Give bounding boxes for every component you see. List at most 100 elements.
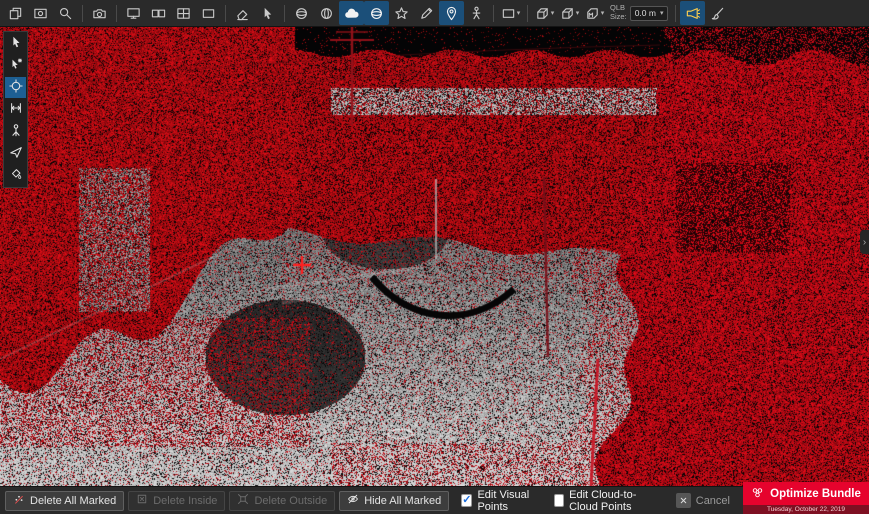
del-in-icon [136, 493, 148, 508]
cube-icon [560, 6, 575, 21]
sphere-icon [369, 6, 384, 21]
pencil-icon [419, 6, 434, 21]
walker-icon [469, 6, 484, 21]
camera-icon [92, 6, 107, 21]
hide-all-marked-button[interactable]: Hide All Marked [339, 491, 449, 511]
qlb-size-dropdown[interactable]: 0.0 m ▾ [630, 6, 669, 21]
hide-icon [347, 493, 359, 508]
pin-icon [444, 6, 459, 21]
measure-tool[interactable] [5, 99, 26, 120]
cubeM-icon [585, 6, 600, 21]
walk-mode-tool[interactable] [464, 1, 489, 25]
transform-tool[interactable] [3, 1, 28, 25]
dropdown-caret-icon: ▾ [576, 10, 580, 17]
selection-mode-dropdown[interactable]: ▾ [498, 1, 523, 25]
checkmark-icon: ✓ [462, 495, 471, 506]
sphere-icon [294, 6, 309, 21]
eraser-icon [235, 6, 250, 21]
dual-view-tool[interactable] [146, 1, 171, 25]
edit-options: ✓ Edit Visual Points Edit Cloud-to-Cloud… [461, 489, 664, 513]
point-cloud-viewport[interactable] [0, 27, 869, 486]
toolbar-separator [284, 5, 285, 22]
dropdown-caret-icon: ▾ [517, 10, 521, 17]
cursor-star-icon [9, 57, 23, 74]
rect-icon [501, 6, 516, 21]
select-points-tool[interactable] [5, 55, 26, 76]
tripod-icon [9, 123, 23, 140]
point-cloud-canvas[interactable] [0, 27, 869, 486]
toolbar-main-items: ▾ ▾ ▾ ▾ [3, 1, 607, 25]
brush-icon [710, 6, 725, 21]
close-icon [676, 493, 691, 508]
point-cloud-visibility-tool[interactable] [339, 1, 364, 25]
limit-box-tool[interactable]: ▾ [532, 1, 557, 25]
crosshair-icon [9, 79, 23, 96]
top-toolbar: ▾ ▾ ▾ ▾ QLB Size: 0.0 m ▾ [0, 0, 869, 27]
favorites-tool[interactable] [389, 1, 414, 25]
toolbar-separator [116, 5, 117, 22]
star-icon [394, 6, 409, 21]
select-tool[interactable] [5, 33, 26, 54]
camera-tool[interactable] [87, 1, 112, 25]
cloud-icon [344, 6, 359, 21]
toolbar-separator [675, 5, 676, 22]
brush-tool[interactable] [705, 1, 730, 25]
screen-icon [126, 6, 141, 21]
toolbar-separator [225, 5, 226, 22]
delete-all-marked-button[interactable]: Delete All Marked [5, 491, 124, 511]
scan-position-tool[interactable] [5, 121, 26, 142]
sphere2-icon [319, 6, 334, 21]
orbit-view-tool[interactable] [289, 1, 314, 25]
cursor-icon [9, 35, 23, 52]
quad-view-tool[interactable] [171, 1, 196, 25]
paint-select-tool[interactable] [5, 165, 26, 186]
delete-outside-button[interactable]: Delete Outside [229, 491, 335, 511]
zoom-window-tool[interactable] [53, 1, 78, 25]
screenshot-icon [33, 6, 48, 21]
edit-visual-points-checkbox[interactable]: ✓ Edit Visual Points [461, 489, 538, 513]
screens-icon [151, 6, 166, 21]
cancel-button[interactable]: Cancel [676, 493, 730, 508]
full-view-tool[interactable] [196, 1, 221, 25]
limit-box-manager-tool[interactable]: ▾ [582, 1, 607, 25]
dropdown-caret-icon: ▾ [601, 10, 605, 17]
rect-icon [201, 6, 216, 21]
mark-points-tool[interactable] [230, 1, 255, 25]
marked-points-actions: Delete All Marked Delete Inside Delete O… [5, 491, 449, 511]
edit-cloud-to-cloud-checkbox[interactable]: Edit Cloud-to-Cloud Points [554, 489, 664, 513]
geotag-tool[interactable] [439, 1, 464, 25]
seek-tool[interactable] [5, 77, 26, 98]
flashlight-icon [685, 6, 700, 21]
single-view-tool[interactable] [121, 1, 146, 25]
checkbox-box[interactable] [554, 494, 564, 507]
bundle-icon [751, 486, 764, 502]
flashlight-tool[interactable] [680, 1, 705, 25]
panel-expand-handle[interactable]: › [860, 230, 869, 254]
optimize-bundle-area: Optimize Bundle Tuesday, October 22, 201… [743, 482, 869, 514]
bucket-icon [9, 167, 23, 184]
qlb-size-label: QLB Size: [610, 4, 627, 21]
grid-icon [176, 6, 191, 21]
del-cloud-icon [13, 493, 25, 508]
delete-inside-button[interactable]: Delete Inside [128, 491, 225, 511]
annotate-tool[interactable] [414, 1, 439, 25]
measure-icon [9, 101, 23, 118]
navigate-tool[interactable] [5, 143, 26, 164]
bottom-bar: Delete All Marked Delete Inside Delete O… [0, 486, 869, 514]
sphere-view-tool[interactable] [364, 1, 389, 25]
screenshot-tool[interactable] [28, 1, 53, 25]
limit-box-edit-tool[interactable]: ▾ [557, 1, 582, 25]
magnifier-icon [58, 6, 73, 21]
optimize-bundle-button[interactable]: Optimize Bundle [743, 482, 869, 505]
pick-point-tool[interactable] [255, 1, 280, 25]
qlb-size-control: QLB Size: 0.0 m ▾ [610, 4, 668, 21]
status-date: Tuesday, October 22, 2019 [743, 505, 869, 514]
toolbar-separator [82, 5, 83, 22]
toolbar-right-items [680, 1, 730, 25]
checkbox-box[interactable]: ✓ [461, 494, 472, 507]
chevron-right-icon: › [863, 237, 866, 248]
pan-view-tool[interactable] [314, 1, 339, 25]
cursor-icon [260, 6, 275, 21]
cube-icon [535, 6, 550, 21]
toolbar-separator [493, 5, 494, 22]
